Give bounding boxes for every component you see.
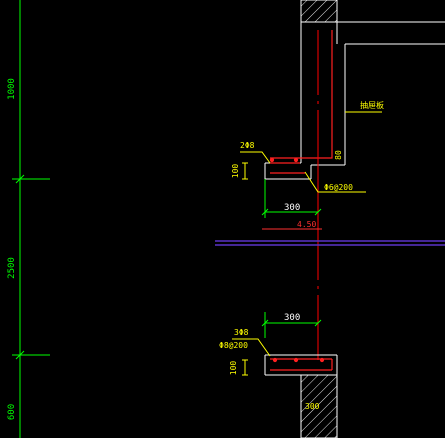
upper-width-text: 300	[284, 203, 300, 213]
elevation-text: 4.50	[297, 220, 316, 229]
dimension-text-top: 1000	[7, 78, 17, 100]
lower-rebar	[270, 357, 333, 371]
dimension-text-middle: 2500	[7, 257, 17, 279]
lower-height-dim: 100	[229, 361, 238, 376]
dimension-text-bottom: 600	[7, 404, 17, 420]
upper-height-dim: 100	[231, 164, 240, 179]
lower-rebar-top-label: 3Φ8	[234, 328, 249, 337]
upper-rebar-top-label: 2Φ8	[240, 141, 255, 150]
vertical-dimension-chain	[12, 0, 50, 438]
cad-drawing-canvas: 1000 2500 600 抽屉板 2Φ8 100 80 Φ6@200 300 …	[7, 0, 445, 438]
upper-rebar-dist-label: Φ6@200	[324, 183, 353, 192]
upper-annotations	[240, 111, 382, 193]
lower-slab-outline	[264, 354, 338, 376]
lower-width-text: 300	[284, 313, 300, 323]
reference-lines	[215, 240, 445, 246]
upper-wall-dim: 80	[334, 150, 343, 160]
lower-rebar-dist-label: Φ8@200	[219, 341, 248, 350]
upper-wall-outline	[264, 21, 445, 180]
top-wall-section	[300, 0, 338, 23]
lower-wall-dim: 300	[305, 402, 320, 411]
wall-label: 抽屉板	[360, 100, 384, 110]
